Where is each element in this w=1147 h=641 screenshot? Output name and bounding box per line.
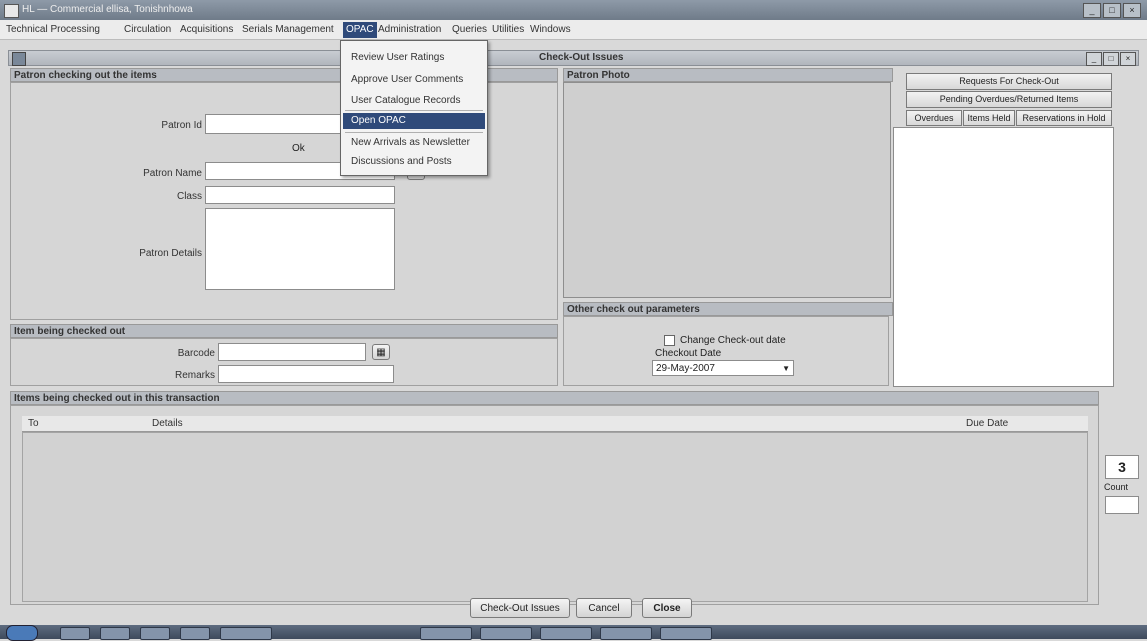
child-close-icon[interactable]: × bbox=[1120, 52, 1136, 66]
counter-extra-field bbox=[1105, 496, 1139, 514]
checkout-issues-button[interactable]: Check-Out Issues bbox=[470, 598, 570, 618]
items-counter: 3 bbox=[1105, 455, 1139, 479]
change-date-label: Change Check-out date bbox=[680, 335, 786, 346]
column-details[interactable]: Details bbox=[152, 418, 183, 429]
window-title: HL — Commercial ellisa, Tonishnhowa bbox=[22, 4, 193, 15]
menu-serials-management[interactable]: Serials Management bbox=[242, 24, 334, 35]
items-grid-columns: To Details Due Date bbox=[22, 416, 1088, 432]
right-panel-list bbox=[893, 127, 1114, 387]
menu-item-new-arrivals-newsletter[interactable]: New Arrivals as Newsletter bbox=[351, 137, 470, 148]
item-checkout-header: Item being checked out bbox=[10, 324, 558, 338]
patron-details-label: Patron Details bbox=[139, 248, 202, 259]
ok-link[interactable]: Ok bbox=[292, 143, 305, 154]
menu-queries[interactable]: Queries bbox=[452, 24, 487, 35]
barcode-label: Barcode bbox=[177, 348, 215, 359]
pending-overdues-button[interactable]: Pending Overdues/Returned Items bbox=[906, 91, 1112, 108]
taskbar-app[interactable] bbox=[60, 627, 90, 640]
patron-photo-header: Patron Photo bbox=[563, 68, 893, 82]
child-window-icon bbox=[12, 52, 26, 66]
column-due-date[interactable]: Due Date bbox=[966, 418, 1008, 429]
child-window-controls: _ □ × bbox=[1086, 52, 1136, 66]
menu-bar: Technical Processing Circulation Acquisi… bbox=[0, 20, 1147, 40]
other-params-header: Other check out parameters bbox=[563, 302, 893, 316]
taskbar-app[interactable] bbox=[220, 627, 272, 640]
opac-dropdown-menu: Review User Ratings Approve User Comment… bbox=[340, 40, 488, 176]
menu-acquisitions[interactable]: Acquisitions bbox=[180, 24, 233, 35]
patron-details-box bbox=[205, 208, 395, 290]
barcode-lookup-button[interactable]: ▦ bbox=[372, 344, 390, 360]
remarks-label: Remarks bbox=[174, 370, 215, 381]
barcode-input[interactable] bbox=[218, 343, 366, 361]
menu-opac[interactable]: OPAC bbox=[343, 22, 377, 38]
menu-item-discussions-and-posts[interactable]: Discussions and Posts bbox=[351, 156, 452, 167]
menu-circulation[interactable]: Circulation bbox=[124, 24, 171, 35]
items-grid-body bbox=[22, 432, 1088, 602]
child-minimize-icon[interactable]: _ bbox=[1086, 52, 1102, 66]
menu-separator bbox=[345, 132, 483, 133]
checkout-date-label: Checkout Date bbox=[655, 348, 722, 359]
checkout-date-value: 29-May-2007 bbox=[656, 363, 715, 374]
taskbar-app[interactable] bbox=[140, 627, 170, 640]
minimize-icon[interactable]: _ bbox=[1083, 3, 1101, 18]
patron-photo-area bbox=[563, 82, 891, 298]
close-icon[interactable]: × bbox=[1123, 3, 1141, 18]
tab-reservations[interactable]: Reservations in Hold bbox=[1016, 110, 1112, 126]
change-date-checkbox[interactable] bbox=[664, 335, 675, 346]
patron-id-input[interactable] bbox=[205, 114, 355, 134]
menu-administration[interactable]: Administration bbox=[378, 24, 441, 35]
taskbar-app[interactable] bbox=[100, 627, 130, 640]
items-grid-header: Items being checked out in this transact… bbox=[10, 391, 1099, 405]
menu-item-approve-user-comments[interactable]: Approve User Comments bbox=[351, 74, 463, 85]
menu-item-open-opac[interactable]: Open OPAC bbox=[343, 113, 485, 129]
menu-utilities[interactable]: Utilities bbox=[492, 24, 524, 35]
taskbar-app[interactable] bbox=[180, 627, 210, 640]
column-to[interactable]: To bbox=[28, 418, 39, 429]
patron-id-label: Patron Id bbox=[161, 120, 202, 131]
chevron-down-icon: ▼ bbox=[782, 364, 790, 373]
patron-name-label: Patron Name bbox=[143, 168, 202, 179]
taskbar-app[interactable] bbox=[540, 627, 592, 640]
maximize-icon[interactable]: □ bbox=[1103, 3, 1121, 18]
close-button[interactable]: Close bbox=[642, 598, 692, 618]
taskbar-app[interactable] bbox=[420, 627, 472, 640]
tab-items-held[interactable]: Items Held bbox=[963, 110, 1015, 126]
child-window-title-bar: Check-Out Issues _ □ × bbox=[8, 50, 1139, 66]
menu-item-review-user-ratings[interactable]: Review User Ratings bbox=[351, 52, 444, 63]
child-window-title: Check-Out Issues bbox=[539, 52, 624, 63]
items-counter-label: Count bbox=[1104, 482, 1129, 492]
menu-separator bbox=[345, 110, 483, 111]
tab-overdues[interactable]: Overdues bbox=[906, 110, 962, 126]
taskbar-app[interactable] bbox=[480, 627, 532, 640]
app-icon bbox=[4, 4, 19, 18]
class-label: Class bbox=[176, 191, 202, 202]
menu-technical-processing[interactable]: Technical Processing bbox=[6, 24, 100, 35]
requests-for-checkout-button[interactable]: Requests For Check-Out bbox=[906, 73, 1112, 90]
window-controls: _ □ × bbox=[1083, 3, 1141, 18]
class-field bbox=[205, 186, 395, 204]
window-title-bar: HL — Commercial ellisa, Tonishnhowa _ □ … bbox=[0, 0, 1147, 20]
taskbar-app[interactable] bbox=[600, 627, 652, 640]
checkout-date-select[interactable]: 29-May-2007 ▼ bbox=[652, 360, 794, 376]
remarks-input[interactable] bbox=[218, 365, 394, 383]
menu-windows[interactable]: Windows bbox=[530, 24, 571, 35]
taskbar bbox=[0, 625, 1147, 641]
cancel-button[interactable]: Cancel bbox=[576, 598, 632, 618]
child-restore-icon[interactable]: □ bbox=[1103, 52, 1119, 66]
menu-item-user-catalogue-records[interactable]: User Catalogue Records bbox=[351, 95, 461, 106]
taskbar-app[interactable] bbox=[660, 627, 712, 640]
